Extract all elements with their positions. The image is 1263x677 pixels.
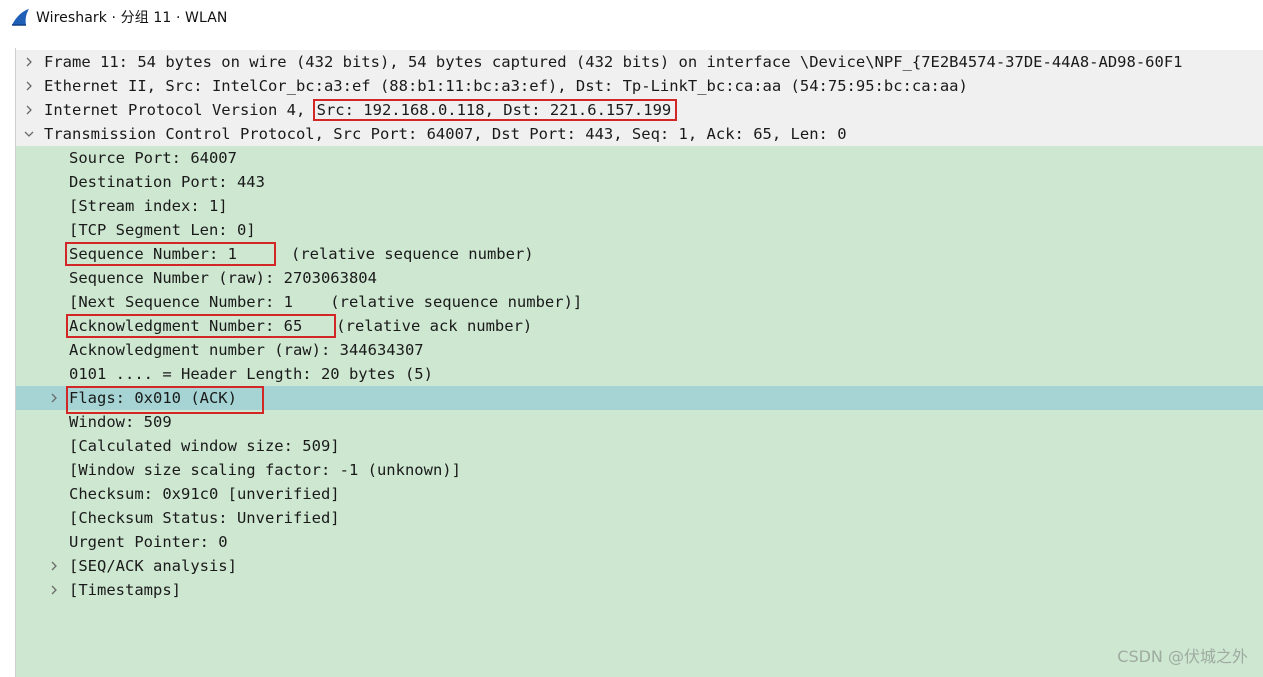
tree-item-label: Transmission Control Protocol, Src Port:… [44,125,847,143]
field-label: Sequence Number: 1 (relative sequence num… [69,242,534,266]
ipv4-prefix: Internet Protocol Version 4, [44,101,315,119]
tcp-field-segment-len[interactable]: [TCP Segment Len: 0] [16,218,1263,242]
field-label: [Stream index: 1] [69,197,228,215]
tcp-field-next-seq[interactable]: [Next Sequence Number: 1 (relative seque… [16,290,1263,314]
tree-item-ipv4[interactable]: Internet Protocol Version 4, Src: 192.16… [16,98,1263,122]
tree-item-label: Frame 11: 54 bytes on wire (432 bits), 5… [44,53,1183,71]
field-label: [Calculated window size: 509] [69,437,340,455]
tcp-field-checksum[interactable]: Checksum: 0x91c0 [unverified] [16,482,1263,506]
field-label: [Next Sequence Number: 1 (relative seque… [69,293,583,311]
tree-empty-area [16,602,1263,677]
ack-number-note: (relative ack number) [336,317,533,335]
window-title: Wireshark · 分组 11 · WLAN [36,10,228,26]
field-label: Destination Port: 443 [69,173,265,191]
seq-number-highlight: Sequence Number: 1 [69,245,237,263]
flags-highlight: Flags: 0x010 (ACK) [69,389,237,407]
field-label: Urgent Pointer: 0 [69,533,228,551]
tcp-field-ack-number[interactable]: Acknowledgment Number: 65 (relative ack n… [16,314,1263,338]
chevron-right-icon[interactable] [22,50,36,74]
field-label: Sequence Number (raw): 2703063804 [69,269,377,287]
field-label: Window: 509 [69,413,172,431]
field-label: [Timestamps] [69,581,181,599]
tcp-field-seq-number[interactable]: Sequence Number: 1 (relative sequence num… [16,242,1263,266]
chevron-down-icon[interactable] [22,122,36,146]
field-label: Source Port: 64007 [69,149,237,167]
tree-item-frame[interactable]: Frame 11: 54 bytes on wire (432 bits), 5… [16,50,1263,74]
chevron-right-icon[interactable] [47,386,61,410]
tcp-field-window[interactable]: Window: 509 [16,410,1263,434]
tcp-field-urgent-pointer[interactable]: Urgent Pointer: 0 [16,530,1263,554]
tcp-field-src-port[interactable]: Source Port: 64007 [16,146,1263,170]
tcp-field-dst-port[interactable]: Destination Port: 443 [16,170,1263,194]
field-label: [Window size scaling factor: -1 (unknown… [69,461,461,479]
field-label: Acknowledgment number (raw): 344634307 [69,341,424,359]
field-label: 0101 .... = Header Length: 20 bytes (5) [69,365,433,383]
tcp-field-stream-index[interactable]: [Stream index: 1] [16,194,1263,218]
tcp-subtree-seq-ack-analysis[interactable]: [SEQ/ACK analysis] [16,554,1263,578]
chevron-right-icon[interactable] [22,98,36,122]
field-label: [TCP Segment Len: 0] [69,221,256,239]
seq-number-note: (relative sequence number) [290,245,534,263]
tcp-subtree-timestamps[interactable]: [Timestamps] [16,578,1263,602]
tcp-field-window-scale[interactable]: [Window size scaling factor: -1 (unknown… [16,458,1263,482]
tcp-field-ack-raw[interactable]: Acknowledgment number (raw): 344634307 [16,338,1263,362]
tree-item-tcp[interactable]: Transmission Control Protocol, Src Port:… [16,122,1263,146]
chevron-right-icon[interactable] [47,554,61,578]
title-bar: Wireshark · 分组 11 · WLAN [0,0,1263,34]
chevron-right-icon[interactable] [22,74,36,98]
title-separator [0,34,1263,48]
packet-details-tree: Frame 11: 54 bytes on wire (432 bits), 5… [16,50,1263,677]
tree-item-ethernet[interactable]: Ethernet II, Src: IntelCor_bc:a3:ef (88:… [16,74,1263,98]
packet-details-pane[interactable]: Frame 11: 54 bytes on wire (432 bits), 5… [15,48,1263,677]
tcp-field-seq-raw[interactable]: Sequence Number (raw): 2703063804 [16,266,1263,290]
tcp-field-header-len[interactable]: 0101 .... = Header Length: 20 bytes (5) [16,362,1263,386]
tree-item-label: Ethernet II, Src: IntelCor_bc:a3:ef (88:… [44,77,968,95]
wireshark-fin-icon [10,7,30,27]
tcp-field-flags[interactable]: Flags: 0x010 (ACK) [16,386,1263,410]
tcp-field-calc-window[interactable]: [Calculated window size: 509] [16,434,1263,458]
ack-number-highlight: Acknowledgment Number: 65 [69,317,303,335]
field-label: [Checksum Status: Unverified] [69,509,340,527]
field-label: Checksum: 0x91c0 [unverified] [69,485,340,503]
tcp-field-checksum-status[interactable]: [Checksum Status: Unverified] [16,506,1263,530]
field-label: Acknowledgment Number: 65 (relative ack n… [69,314,532,338]
ipv4-address-highlight: Src: 192.168.0.118, Dst: 221.6.157.199 [312,99,678,121]
tree-item-label: Internet Protocol Version 4, Src: 192.16… [44,98,678,122]
field-label: [SEQ/ACK analysis] [69,557,237,575]
chevron-right-icon[interactable] [47,578,61,602]
watermark: CSDN @伏城之外 [1117,647,1248,666]
